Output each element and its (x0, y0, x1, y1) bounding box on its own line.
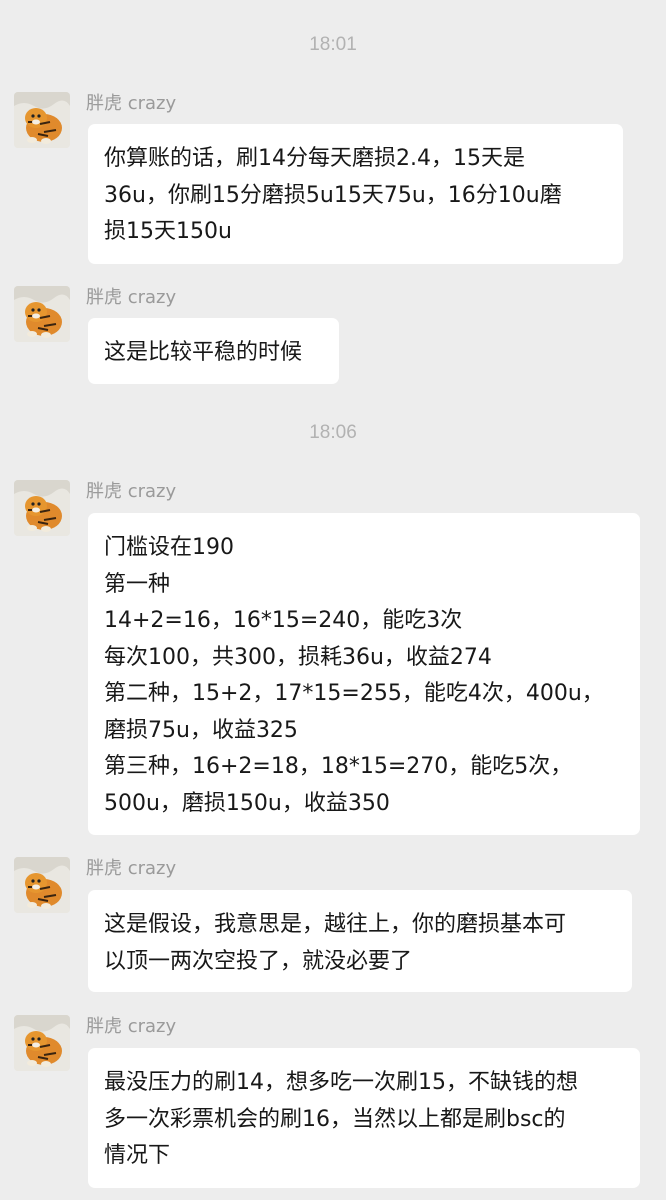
message-line: 情况下 (104, 1143, 171, 1168)
message-bubble[interactable]: 门槛设在190 第一种 14+2=16，16*15=240，能吃3次 每次100… (88, 513, 640, 835)
message-line: 磨损75u，收益325 (104, 717, 298, 743)
message-line: 以顶一两次空投了，就没必要了 (104, 948, 413, 974)
message-line: 第二种，15+2，17*15=255，能吃4次，400u， (104, 681, 604, 706)
sender-name: 胖虎 crazy (86, 481, 177, 502)
sender-name: 胖虎 crazy (86, 93, 177, 114)
message-line: 14+2=16，16*15=240，能吃3次 (104, 608, 463, 633)
sender-name: 胖虎 crazy (86, 858, 177, 879)
tiger-avatar-icon[interactable] (14, 92, 70, 148)
message-line: 损15天150u (104, 219, 232, 244)
sender-name: 胖虎 crazy (86, 1016, 177, 1037)
message-line: 门槛设在190 (104, 535, 234, 560)
message-line: 500u，磨损150u，收益350 (104, 790, 390, 816)
message-line: 第一种 (104, 571, 171, 597)
timestamp-1806: 18:06 (309, 422, 357, 443)
message-line: 你算账的话，刷14分每天磨损2.4，15天是 (104, 146, 525, 171)
message-bubble[interactable]: 这是假设，我意思是，越往上，你的磨损基本可 以顶一两次空投了，就没必要了 (88, 890, 632, 992)
message-bubble[interactable]: 这是比较平稳的时候 (88, 318, 339, 384)
sender-name: 胖虎 crazy (86, 287, 177, 308)
message-line: 这是假设，我意思是，越往上，你的磨损基本可 (104, 912, 567, 937)
message-line: 这是比较平稳的时候 (104, 340, 303, 365)
message-line: 每次100，共300，损耗36u，收益274 (104, 644, 492, 670)
tiger-avatar-icon[interactable] (14, 286, 70, 342)
message-line: 36u，你刷15分磨损5u15天75u，16分10u磨 (104, 182, 562, 208)
tiger-avatar-icon[interactable] (14, 480, 70, 536)
timestamp-1801: 18:01 (309, 34, 357, 55)
tiger-avatar-icon[interactable] (14, 857, 70, 913)
tiger-avatar-icon[interactable] (14, 1015, 70, 1071)
message-line: 最没压力的刷14，想多吃一次刷15，不缺钱的想 (104, 1070, 578, 1095)
message-bubble[interactable]: 最没压力的刷14，想多吃一次刷15，不缺钱的想 多一次彩票机会的刷16，当然以上… (88, 1048, 640, 1188)
message-line: 第三种，16+2=18，18*15=270，能吃5次， (104, 754, 573, 779)
message-bubble[interactable]: 你算账的话，刷14分每天磨损2.4，15天是 36u，你刷15分磨损5u15天7… (88, 124, 623, 264)
message-line: 多一次彩票机会的刷16，当然以上都是刷bsc的 (104, 1106, 566, 1132)
